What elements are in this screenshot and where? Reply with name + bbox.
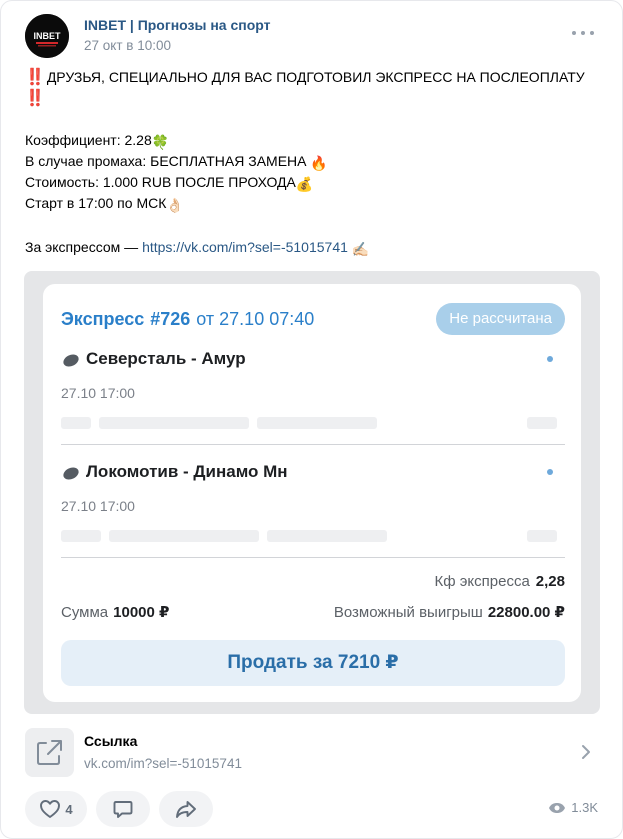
community-name[interactable]: INBET | Прогнозы на спорт bbox=[84, 17, 270, 33]
win-label: Возможный выигрыш bbox=[333, 604, 483, 621]
chevron-right-icon[interactable] bbox=[580, 743, 592, 761]
avatar-logo-text: INBET bbox=[34, 31, 62, 41]
coupon-title-word: Экспресс bbox=[61, 309, 145, 329]
views-counter: 1.3K bbox=[548, 800, 598, 815]
text-line-start: Старт в 17:00 по МСК👌🏻 bbox=[25, 194, 184, 215]
post-headline: ‼️ ДРУЗЬЯ, СПЕЦИАЛЬНО ДЛЯ ВАС ПОДГОТОВИЛ… bbox=[25, 68, 585, 87]
blurred-bet-row bbox=[61, 412, 565, 432]
divider bbox=[61, 444, 565, 445]
money-bag-icon: 💰 bbox=[295, 176, 314, 192]
win-value: 22800.00 ₽ bbox=[487, 604, 565, 621]
share-button[interactable] bbox=[159, 791, 213, 827]
share-icon bbox=[176, 801, 196, 818]
double-exclamation-icon: ‼️ bbox=[25, 90, 45, 107]
match-time: 27.10 17:00 bbox=[61, 385, 135, 401]
eye-icon bbox=[549, 802, 566, 813]
hockey-puck-icon bbox=[61, 352, 81, 369]
post-card: INBET INBET | Прогнозы на спорт 27 окт в… bbox=[0, 0, 623, 839]
kf-label: Кф экспресса bbox=[434, 573, 530, 590]
link-url[interactable]: vk.com/im?sel=-51015741 bbox=[84, 756, 242, 771]
clover-icon: 🍀 bbox=[151, 134, 170, 150]
sum-label: Сумма bbox=[61, 604, 109, 621]
cta-link[interactable]: https://vk.com/im?sel=-51015741 bbox=[142, 239, 348, 255]
coupon-date: от 27.10 07:40 bbox=[196, 309, 315, 329]
status-dot-icon bbox=[547, 356, 553, 362]
coupon-number: #726 bbox=[150, 309, 191, 329]
coefficient-text: Коэффициент: 2.28 bbox=[25, 132, 152, 148]
bet-sum: Сумма 10000 ₽ bbox=[61, 603, 169, 621]
start-text: Старт в 17:00 по МСК bbox=[25, 195, 167, 211]
possible-win: Возможный выигрыш 22800.00 ₽ bbox=[334, 603, 565, 621]
text-line-replacement: В случае промаха: БЕСПЛАТНАЯ ЗАМЕНА 🔥 bbox=[25, 152, 328, 173]
divider bbox=[61, 557, 565, 558]
match-name: Северсталь - Амур bbox=[86, 349, 246, 368]
text-line-price: Стоимость: 1.000 RUB ПОСЛЕ ПРОХОДА💰 bbox=[25, 173, 313, 194]
headline-text: ДРУЗЬЯ, СПЕЦИАЛЬНО ДЛЯ ВАС ПОДГОТОВИЛ ЭК… bbox=[46, 69, 585, 85]
text-line-cta: За экспрессом — https://vk.com/im?sel=-5… bbox=[25, 238, 369, 259]
writing-hand-icon: ✍🏻 bbox=[351, 241, 370, 257]
coupon-title: Экспресс #726 от 27.10 07:40 bbox=[61, 309, 314, 330]
status-dot-icon bbox=[547, 469, 553, 475]
like-count: 4 bbox=[65, 801, 73, 817]
heart-icon bbox=[40, 800, 61, 818]
double-exclamation-icon: ‼️ bbox=[25, 69, 45, 86]
sell-button: Продать за 7210 ₽ bbox=[61, 640, 565, 686]
community-avatar[interactable]: INBET bbox=[25, 14, 69, 58]
post-image[interactable]: Экспресс #726 от 27.10 07:40 Не рассчитана… bbox=[24, 271, 600, 714]
price-text: Стоимость: 1.000 RUB ПОСЛЕ ПРОХОДА bbox=[25, 174, 296, 190]
link-attachment-icon[interactable] bbox=[25, 728, 74, 777]
comment-button[interactable] bbox=[96, 791, 150, 827]
match-time: 27.10 17:00 bbox=[61, 498, 135, 514]
inbet-logo-icon: INBET bbox=[25, 14, 69, 58]
more-options-icon[interactable] bbox=[572, 29, 594, 37]
hockey-puck-icon bbox=[61, 465, 81, 482]
replacement-text: В случае промаха: БЕСПЛАТНАЯ ЗАМЕНА bbox=[25, 153, 311, 169]
like-button[interactable]: 4 bbox=[25, 791, 87, 827]
views-count: 1.3K bbox=[571, 800, 598, 815]
status-badge: Не рассчитана bbox=[436, 303, 565, 335]
link-title[interactable]: Ссылка bbox=[84, 733, 137, 749]
match-name: Локомотив - Динамо Мн bbox=[86, 462, 288, 481]
sum-value: 10000 ₽ bbox=[113, 604, 170, 621]
fire-icon: 🔥 bbox=[310, 155, 328, 171]
bet-coupon: Экспресс #726 от 27.10 07:40 Не рассчитана… bbox=[43, 284, 581, 702]
post-date[interactable]: 27 окт в 10:00 bbox=[84, 38, 171, 53]
kf-value: 2,28 bbox=[535, 573, 565, 590]
comment-icon bbox=[113, 801, 133, 818]
express-coefficient: Кф экспресса 2,28 bbox=[435, 573, 565, 590]
post-headline-end: ‼️ bbox=[25, 89, 45, 108]
blurred-bet-row bbox=[61, 525, 565, 545]
text-line-coefficient: Коэффициент: 2.28🍀 bbox=[25, 131, 169, 152]
cta-text: За экспрессом — bbox=[25, 239, 143, 255]
ok-hand-icon: 👌🏻 bbox=[166, 197, 184, 213]
